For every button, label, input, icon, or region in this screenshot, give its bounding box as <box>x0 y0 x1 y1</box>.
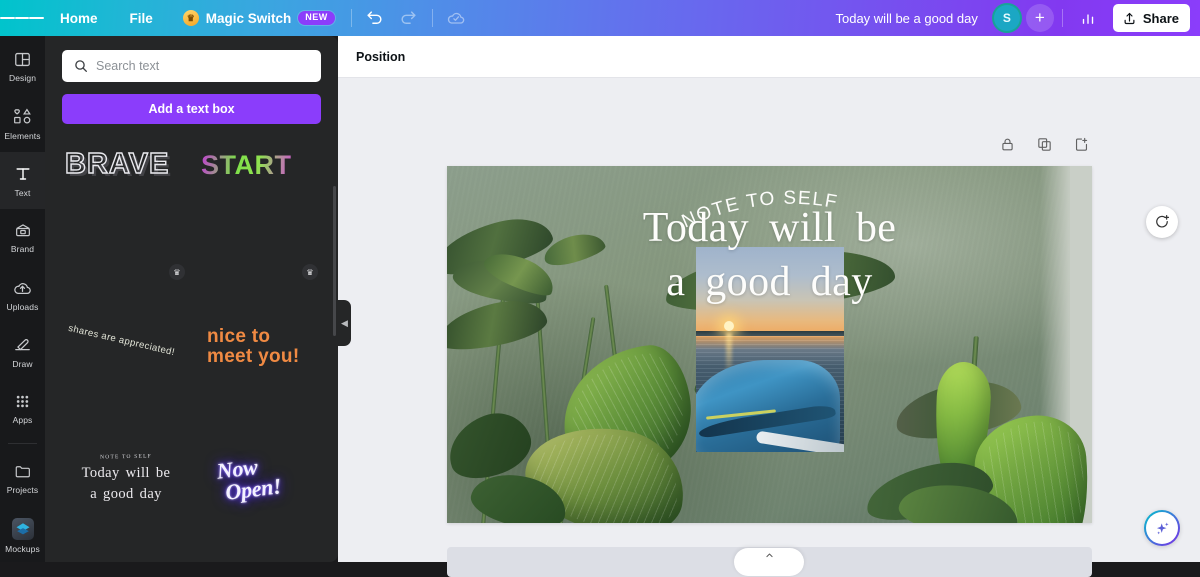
sample-note-kicker: NOTE TO SELF <box>100 453 152 461</box>
crown-icon: ♛ <box>182 10 199 26</box>
shapes-icon <box>12 107 33 127</box>
sample-now-open[interactable]: Now Open! <box>215 453 283 505</box>
sidebar-item-projects[interactable]: Projects <box>0 450 45 507</box>
page-tools <box>999 136 1090 158</box>
search-wrapper <box>62 50 321 82</box>
cloud-saved-icon[interactable] <box>439 1 473 35</box>
top-bar-left: Home File ♛ Magic Switch NEW <box>0 0 473 36</box>
panel-collapse-handle[interactable]: ◀ <box>338 300 351 346</box>
rail-divider <box>8 443 37 444</box>
folder-icon <box>13 462 33 481</box>
top-bar: Home File ♛ Magic Switch NEW Today will <box>0 0 1200 36</box>
sample-nice-to-meet-you[interactable]: nice to meet you! <box>207 327 299 367</box>
grid-dots-icon <box>13 392 32 411</box>
sample-start[interactable]: START <box>201 150 292 181</box>
share-label: Share <box>1142 10 1179 26</box>
pro-crown-icon: ♛ <box>169 264 185 280</box>
sidebar-item-text[interactable]: Text <box>0 152 45 209</box>
panel-header: Add a text box <box>45 36 338 124</box>
upload-cloud-icon <box>12 278 33 298</box>
share-button[interactable]: Share <box>1112 4 1190 32</box>
lock-icon[interactable] <box>999 136 1016 158</box>
sidebar-label-draw: Draw <box>12 358 33 369</box>
sample-nice-line1: nice to <box>207 326 271 347</box>
sample-brave[interactable]: BRAVE <box>64 147 169 181</box>
chevron-up-icon <box>765 553 773 558</box>
divider-2 <box>431 9 433 27</box>
sample-nowopen-line2: Open! <box>223 472 283 505</box>
design-headline-line2: a good day <box>666 258 873 305</box>
design-headline-line1: Today will be <box>642 205 897 251</box>
text-panel: Add a text box BRAVE ♛ START ♛ shares ar… <box>45 36 338 562</box>
sidebar-label-elements: Elements <box>4 130 41 141</box>
sidebar-label-mockups: Mockups <box>5 543 40 554</box>
design-page[interactable]: NOTE TO SELF Today will be a good day <box>447 166 1092 523</box>
new-badge: NEW <box>298 11 335 25</box>
divider-3 <box>1061 9 1063 27</box>
add-page-icon[interactable] <box>1073 136 1090 158</box>
sidebar-item-uploads[interactable]: Uploads <box>0 266 45 323</box>
divider <box>350 9 352 27</box>
sample-note-to-self[interactable]: NOTE TO SELF Today will be a good day <box>61 454 191 504</box>
bottom-toolbar-pill[interactable] <box>734 548 804 576</box>
upload-icon <box>1124 12 1135 24</box>
menu-file[interactable]: File <box>114 0 169 36</box>
sidebar-label-uploads: Uploads <box>6 301 39 312</box>
design-headline[interactable]: Today will be a good day <box>447 202 1092 310</box>
add-text-box-button[interactable]: Add a text box <box>62 94 321 124</box>
text-t-icon <box>13 164 33 184</box>
sidebar-label-projects: Projects <box>6 485 39 495</box>
sidebar-item-elements[interactable]: Elements <box>0 95 45 152</box>
menu-magic-switch[interactable]: ♛ Magic Switch NEW <box>169 0 345 36</box>
text-samples-grid: BRAVE ♛ START ♛ shares are appreciated! … <box>45 132 338 562</box>
sidebar-label-brand: Brand <box>10 244 35 254</box>
magic-ai-button[interactable] <box>1144 510 1180 546</box>
sparkle-icon <box>1156 521 1169 534</box>
sample-note-line1: Today will be <box>81 465 171 481</box>
mockups-icon <box>11 517 34 540</box>
sidebar-label-text: Text <box>14 187 31 198</box>
photo-sun <box>724 321 734 331</box>
canvas-area: NOTE TO SELF Today will be a good day + … <box>338 78 1200 577</box>
brand-kit-icon <box>13 221 33 240</box>
document-title[interactable]: Today will be a good day <box>821 11 991 26</box>
sample-shares-appreciated[interactable]: shares are appreciated! <box>67 323 176 358</box>
sample-nice-line2: meet you! <box>207 345 300 367</box>
hamburger-icon[interactable] <box>0 0 45 36</box>
pro-crown-icon-2: ♛ <box>302 264 318 280</box>
sidebar-label-apps: Apps <box>12 415 33 425</box>
sidebar-label-design: Design <box>8 73 37 83</box>
search-input[interactable] <box>62 50 321 82</box>
add-collaborator-button[interactable]: + <box>1025 4 1054 32</box>
sidebar-item-brand[interactable]: Brand <box>0 209 45 266</box>
duplicate-icon[interactable] <box>1036 136 1053 158</box>
object-toolbar: Position <box>338 36 1200 78</box>
editor-main: Position NOTE TO SELF Today will be a go… <box>338 36 1200 577</box>
comment-add-icon[interactable] <box>1146 206 1178 238</box>
sidebar-item-design[interactable]: Design <box>0 38 45 95</box>
top-bar-right: Today will be a good day S + Share <box>821 1 1200 35</box>
bar-chart-icon[interactable] <box>1071 1 1105 35</box>
magic-switch-label: Magic Switch <box>205 10 292 26</box>
panel-scrollbar[interactable] <box>333 186 336 336</box>
chevron-left-icon: ◀ <box>341 317 348 328</box>
position-button[interactable]: Position <box>356 50 405 64</box>
sample-note-line2: a good day <box>90 485 162 502</box>
redo-icon[interactable] <box>392 1 426 35</box>
avatar[interactable]: S <box>993 5 1020 31</box>
layout-icon <box>13 50 32 69</box>
sidebar-item-mockups[interactable]: Mockups <box>0 507 45 564</box>
pen-icon <box>12 335 33 355</box>
left-rail: Design Elements Text Brand Uploads Draw … <box>0 36 45 562</box>
sidebar-item-apps[interactable]: Apps <box>0 380 45 437</box>
menu-home[interactable]: Home <box>44 0 114 36</box>
undo-icon[interactable] <box>358 1 392 35</box>
sidebar-item-draw[interactable]: Draw <box>0 323 45 380</box>
